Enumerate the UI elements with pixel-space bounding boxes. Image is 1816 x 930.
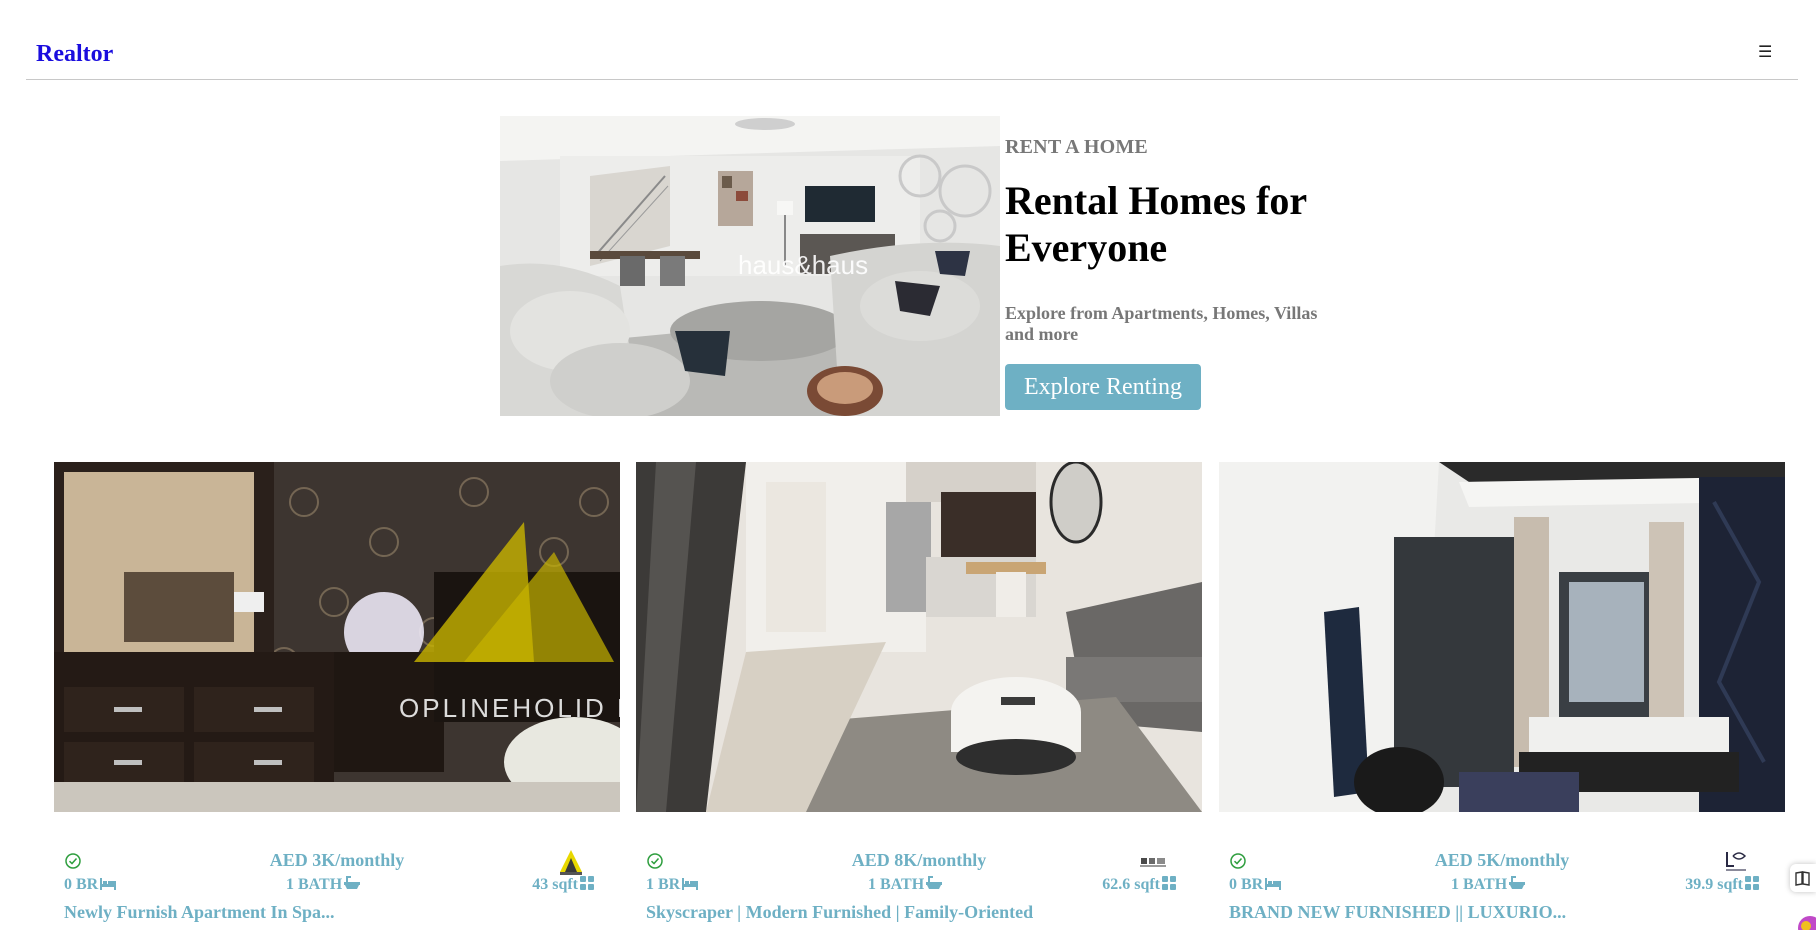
bathtub-icon [926, 876, 943, 889]
hero-kicker: RENT A HOME [1005, 136, 1148, 158]
bed-icon [1265, 878, 1282, 890]
listing-specs-row: 0 BR 1 BATH 39.9 sqft [1219, 876, 1785, 900]
agency-logo-icon[interactable] [1721, 846, 1751, 876]
listing-specs-row: 1 BR 1 BATH 62.6 sqft [636, 876, 1202, 900]
hero-section: RENT A HOME Rental Homes for Everyone Ex… [1005, 136, 1335, 410]
listing-header-row: AED 3K/monthly [54, 832, 620, 875]
listing-header-row: AED 5K/monthly [1219, 832, 1785, 872]
extension-widget-icon[interactable] [1792, 912, 1816, 930]
listing-header-row: AED 8K/monthly [636, 832, 1202, 872]
listing-1-watermark: OPLINEHOLID HOM [399, 693, 620, 723]
listing-baths: 1 BATH [1451, 876, 1526, 894]
agency-logo-icon[interactable] [1138, 846, 1168, 876]
listing-area: 43 sqft [532, 876, 594, 894]
listing-price: AED 3K/monthly [269, 850, 405, 870]
explore-renting-button[interactable]: Explore Renting [1005, 364, 1201, 410]
listing-title[interactable]: BRAND NEW FURNISHED || LUXURIO... [1219, 902, 1785, 923]
listing-photo-living-room[interactable] [636, 462, 1202, 812]
hero-title: Rental Homes for Everyone [1005, 178, 1307, 270]
bathtub-icon [1509, 876, 1526, 889]
brand-logo[interactable]: Realtor [36, 41, 113, 68]
reader-book-icon[interactable] [1790, 864, 1816, 892]
listing-card[interactable]: OPLINEHOLID HOM AED 3K/monthly 0 BR 1 BA… [54, 462, 620, 923]
hero-watermark: haus&haus [738, 250, 868, 280]
listing-price: AED 8K/monthly [851, 850, 987, 870]
listing-price: AED 5K/monthly [1434, 850, 1570, 870]
hamburger-menu-icon[interactable]: ☰ [1758, 42, 1772, 61]
grid-area-icon [1745, 876, 1759, 890]
listing-photo-bedroom[interactable]: OPLINEHOLID HOM [54, 462, 620, 812]
bed-icon [682, 878, 699, 890]
hero-description: Explore from Apartments, Homes, Villas a… [1005, 303, 1318, 344]
listing-title[interactable]: Skyscraper | Modern Furnished | Family-O… [636, 902, 1202, 923]
listing-beds: 0 BR [64, 876, 117, 894]
listing-specs-row: 0 BR 1 BATH 43 sqft [54, 876, 620, 900]
bathtub-icon [344, 876, 361, 889]
listing-beds: 0 BR [1229, 876, 1282, 894]
grid-area-icon [1162, 876, 1176, 890]
listing-baths: 1 BATH [868, 876, 943, 894]
listing-photo-bedroom-luxury[interactable] [1219, 462, 1785, 812]
listing-beds: 1 BR [646, 876, 699, 894]
hero-living-room-photo: haus&haus [500, 116, 1000, 416]
agency-logo-icon[interactable] [556, 846, 586, 876]
listing-card[interactable]: AED 5K/monthly 0 BR 1 BATH 39.9 sqft BRA… [1219, 462, 1785, 923]
bed-icon [100, 878, 117, 890]
top-navbar: Realtor ☰ [26, 0, 1798, 80]
listing-area: 39.9 sqft [1685, 876, 1759, 894]
listing-baths: 1 BATH [286, 876, 361, 894]
listing-area: 62.6 sqft [1102, 876, 1176, 894]
listing-card[interactable]: AED 8K/monthly 1 BR 1 BATH 62.6 sqft Sky… [636, 462, 1202, 923]
listing-title[interactable]: Newly Furnish Apartment In Spa... [54, 902, 620, 923]
grid-area-icon [580, 876, 594, 890]
